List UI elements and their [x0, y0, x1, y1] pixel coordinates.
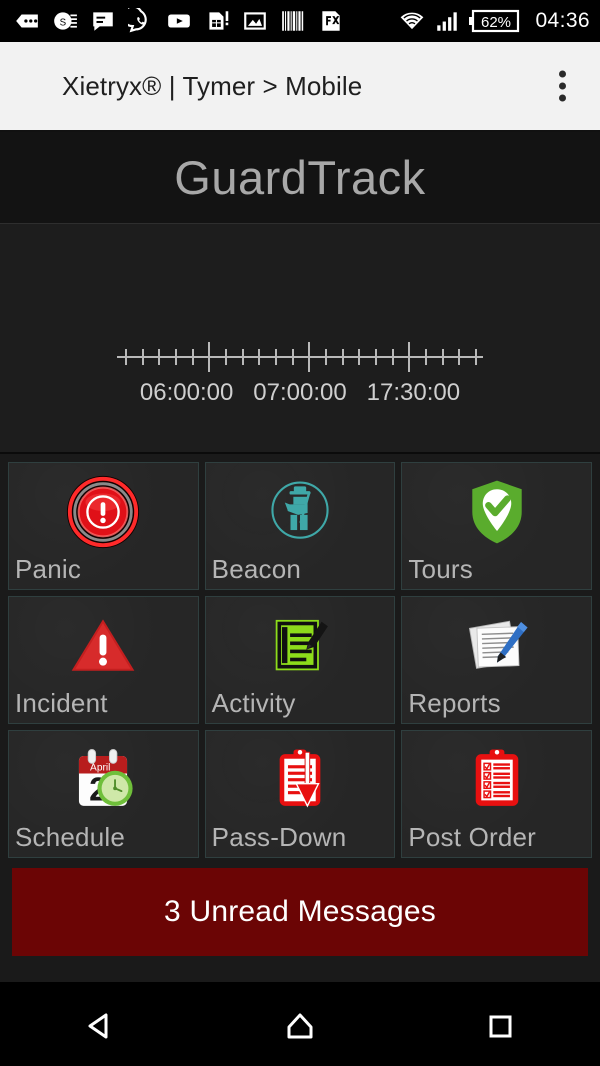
app-title-bar: Xietryx® | Tymer > Mobile: [0, 42, 600, 132]
ruler-time-labels: 06:00:00 07:00:00 17:30:00: [90, 379, 510, 413]
tile-incident[interactable]: Incident: [8, 596, 199, 724]
back-triangle-icon: [88, 1013, 108, 1038]
unread-messages-button[interactable]: 3 Unread Messages: [12, 868, 588, 956]
tile-beacon[interactable]: Beacon: [204, 462, 396, 590]
tile-tours[interactable]: Tours: [401, 462, 592, 590]
sim-alert-icon: [209, 11, 229, 30]
tile-label: Pass-Down: [211, 822, 347, 852]
tile-panic[interactable]: Panic: [8, 462, 199, 590]
barcode-icon: [282, 11, 304, 31]
ruler-minor-tick: [141, 349, 144, 365]
tile-activity[interactable]: Activity: [204, 596, 396, 724]
ruler-minor-tick: [241, 349, 244, 365]
ruler-minor-tick: [191, 349, 194, 365]
panic-button-icon: [57, 470, 149, 554]
ruler-major-tick: [208, 342, 211, 372]
tile-label: Tours: [408, 554, 473, 584]
status-time: 04:36: [535, 9, 590, 32]
feature-tile-grid: Panic Beacon Tours Incident Activity Rep…: [0, 454, 600, 858]
ruler-baseline: [117, 356, 483, 358]
news-app-icon: S: [54, 12, 77, 30]
home-button[interactable]: [240, 996, 360, 1056]
battery-icon: 62%: [469, 8, 521, 34]
ruler-major-tick: [308, 342, 311, 372]
overflow-dot: [558, 94, 566, 102]
status-bar: S 62% 04:36: [0, 0, 600, 42]
ruler-ticks: [117, 339, 483, 375]
ruler-major-tick: [408, 342, 411, 372]
tile-label: Panic: [15, 554, 82, 584]
home-icon: [287, 1013, 313, 1038]
tile-pass-down[interactable]: Pass-Down: [204, 730, 396, 858]
cellular-signal-icon: [437, 12, 458, 31]
app-header: GuardTrack: [0, 132, 600, 224]
notification-icons: S: [14, 8, 399, 34]
photo-icon: [244, 12, 266, 30]
tile-post-order[interactable]: Post Order: [401, 730, 592, 858]
youtube-icon: [168, 14, 190, 28]
page-title: Xietryx® | Tymer > Mobile: [62, 70, 363, 101]
clipboard-checklist-icon: [451, 738, 543, 822]
ruler-minor-tick: [291, 349, 294, 365]
recents-button[interactable]: [440, 996, 560, 1056]
ruler-minor-tick: [258, 349, 261, 365]
notepad-pencil-icon: [254, 604, 346, 688]
shield-check-icon: [451, 470, 543, 554]
clipboard-down-arrow-icon: [254, 738, 346, 822]
system-status-icons: 62% 04:36: [399, 8, 590, 34]
ruler-minor-tick: [475, 349, 477, 365]
ruler-minor-tick: [458, 349, 461, 365]
ruler-minor-tick: [125, 349, 127, 365]
recents-square-icon: [489, 1015, 512, 1037]
fx-app-icon: [322, 11, 340, 31]
ruler-minor-tick: [391, 349, 394, 365]
shift-timeline-panel: 06:00:00 07:00:00 17:30:00: [0, 224, 600, 586]
back-button[interactable]: [40, 996, 160, 1056]
message-icon: [93, 12, 113, 31]
bottom-filler: [0, 968, 600, 982]
ruler-minor-tick: [158, 349, 161, 365]
tile-reports[interactable]: Reports: [401, 596, 592, 724]
ruler-minor-tick: [375, 349, 377, 365]
ruler-time-label: 06:00:00: [139, 379, 234, 406]
tile-label: Post Order: [408, 822, 537, 852]
ruler-minor-tick: [441, 349, 444, 365]
tile-label: Beacon: [211, 554, 302, 584]
messages-banner-wrap: 3 Unread Messages: [0, 858, 600, 968]
ruler-time-label: 17:30:00: [366, 379, 461, 406]
overflow-dot: [558, 82, 566, 90]
battery-percent-label: 62%: [481, 14, 511, 31]
overflow-menu-button[interactable]: [554, 65, 570, 108]
warning-triangle-icon: [57, 604, 149, 688]
app-name: GuardTrack: [174, 151, 426, 204]
whatsapp-icon: [128, 8, 147, 33]
wifi-icon: [401, 12, 424, 30]
ruler-minor-tick: [341, 349, 344, 365]
papers-pen-icon: [451, 604, 543, 688]
unread-messages-label: 3 Unread Messages: [164, 895, 436, 928]
tile-label: Schedule: [15, 822, 126, 852]
more-dots-icon: [16, 14, 38, 28]
beacon-guard-icon: [254, 470, 346, 554]
android-nav-bar: [0, 985, 600, 1066]
tile-schedule[interactable]: April 2 Schedule: [8, 730, 199, 858]
overflow-dot: [558, 70, 566, 78]
ruler-minor-tick: [325, 349, 327, 365]
tile-label: Reports: [408, 688, 501, 718]
calendar-clock-icon: April 2: [57, 738, 149, 822]
ruler-minor-tick: [225, 349, 227, 365]
ruler-minor-tick: [175, 349, 177, 365]
svg-text:S: S: [60, 17, 67, 28]
ruler-time-label: 07:00:00: [253, 379, 347, 406]
ruler-minor-tick: [275, 349, 277, 365]
tile-label: Activity: [211, 688, 296, 718]
ruler-minor-tick: [358, 349, 361, 365]
tile-label: Incident: [15, 688, 108, 718]
timeline-ruler[interactable]: 06:00:00 07:00:00 17:30:00: [0, 339, 600, 413]
ruler-minor-tick: [425, 349, 427, 365]
